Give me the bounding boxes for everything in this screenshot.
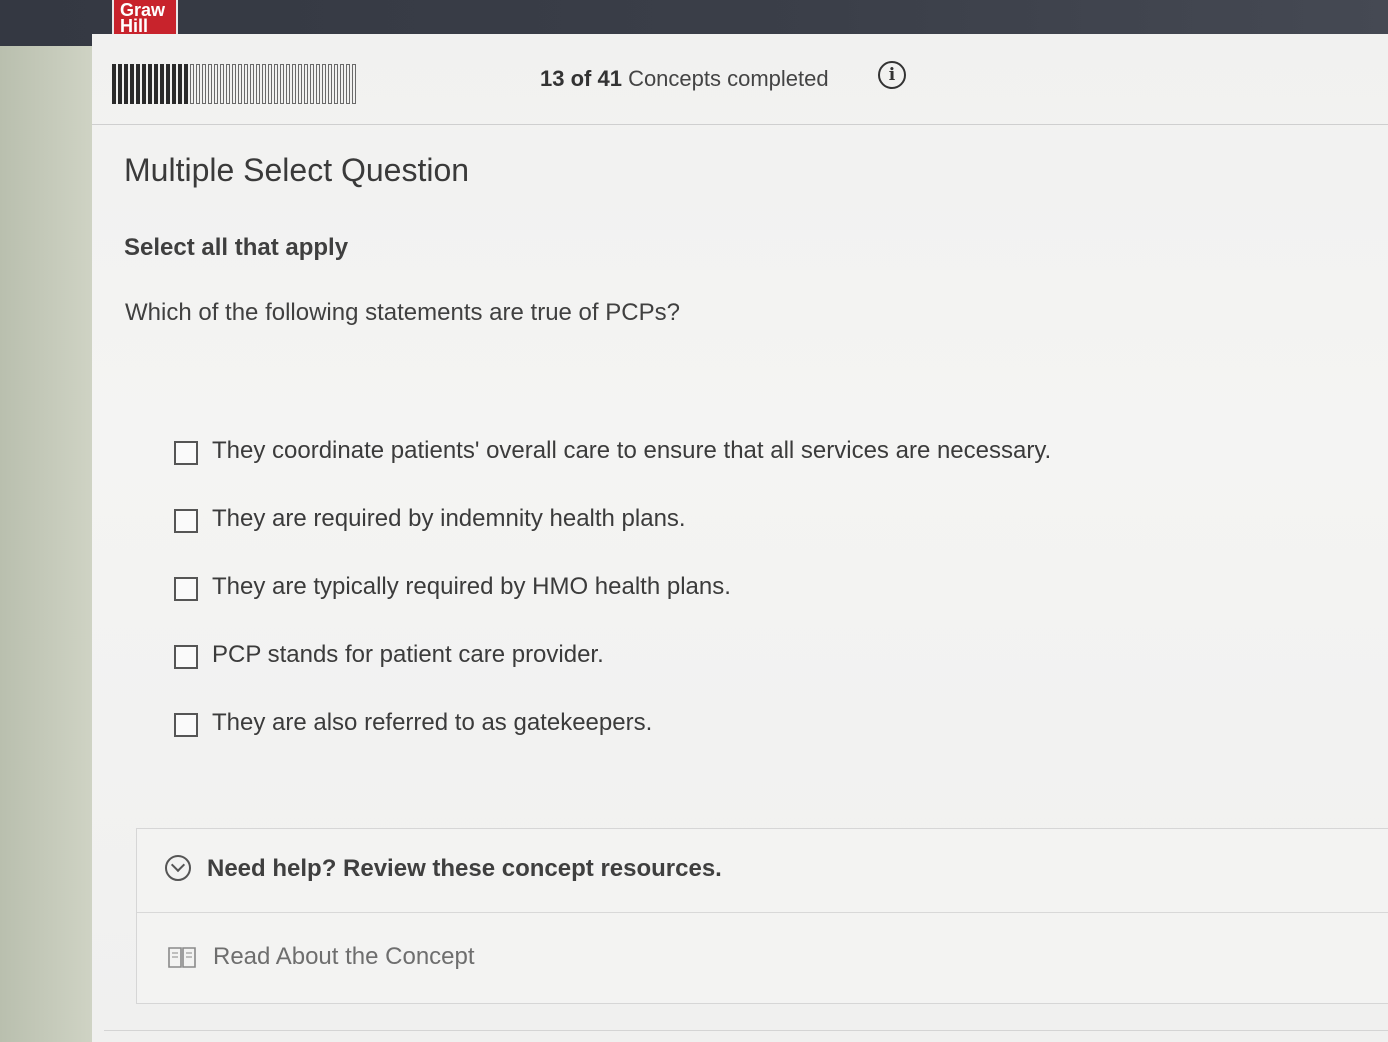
progress-segment-complete (130, 64, 134, 104)
progress-segment-incomplete (262, 64, 266, 104)
progress-segment-complete (160, 64, 164, 104)
progress-segment-complete (136, 64, 140, 104)
book-icon (168, 947, 196, 968)
resource-label[interactable]: Read About the Concept (213, 943, 475, 971)
answer-options: They coordinate patients' overall care t… (174, 437, 1051, 777)
divider (104, 1030, 1388, 1031)
concept-resources-panel: Need help? Review these concept resource… (136, 828, 1388, 1004)
progress-segment-incomplete (304, 64, 308, 104)
progress-segment-incomplete (328, 64, 332, 104)
progress-segment-complete (124, 64, 128, 104)
help-title[interactable]: Need help? Review these concept resource… (207, 855, 722, 883)
left-margin (0, 46, 92, 1042)
concept-progress-bar (112, 64, 522, 104)
progress-segment-incomplete (286, 64, 290, 104)
option-checkbox[interactable] (174, 713, 198, 737)
logo-text-line2: Hill (120, 16, 149, 36)
progress-segment-incomplete (268, 64, 272, 104)
option-checkbox[interactable] (174, 509, 198, 533)
answer-option[interactable]: They are also referred to as gatekeepers… (174, 709, 1051, 777)
progress-segment-incomplete (190, 64, 194, 104)
progress-segment-incomplete (322, 64, 326, 104)
progress-segment-complete (184, 64, 188, 104)
progress-header: 13 of 41 Concepts completed i (92, 34, 1388, 125)
option-label[interactable]: PCP stands for patient care provider. (212, 641, 604, 669)
progress-segment-complete (172, 64, 176, 104)
progress-segment-complete (178, 64, 182, 104)
question-panel: 13 of 41 Concepts completed i Multiple S… (92, 34, 1388, 1042)
progress-segment-complete (118, 64, 122, 104)
progress-segment-incomplete (208, 64, 212, 104)
read-about-concept-link[interactable]: Read About the Concept (137, 915, 1388, 1003)
progress-segment-incomplete (310, 64, 314, 104)
progress-count: 13 of 41 (540, 66, 622, 91)
progress-segment-incomplete (196, 64, 200, 104)
option-label[interactable]: They coordinate patients' overall care t… (212, 437, 1051, 465)
progress-segment-incomplete (274, 64, 278, 104)
option-label[interactable]: They are also referred to as gatekeepers… (212, 709, 652, 737)
answer-option[interactable]: They coordinate patients' overall care t… (174, 437, 1051, 505)
progress-segment-complete (148, 64, 152, 104)
progress-segment-incomplete (238, 64, 242, 104)
progress-text: 13 of 41 Concepts completed (540, 66, 829, 92)
progress-label: Concepts completed (628, 66, 829, 91)
progress-segment-complete (154, 64, 158, 104)
option-checkbox[interactable] (174, 441, 198, 465)
option-checkbox[interactable] (174, 645, 198, 669)
option-label[interactable]: They are typically required by HMO healt… (212, 573, 731, 601)
progress-segment-incomplete (250, 64, 254, 104)
progress-segment-incomplete (346, 64, 350, 104)
progress-segment-complete (112, 64, 116, 104)
progress-segment-incomplete (334, 64, 338, 104)
progress-segment-complete (142, 64, 146, 104)
info-icon[interactable]: i (878, 61, 906, 89)
progress-segment-incomplete (292, 64, 296, 104)
progress-segment-incomplete (220, 64, 224, 104)
progress-segment-incomplete (244, 64, 248, 104)
answer-option[interactable]: PCP stands for patient care provider. (174, 641, 1051, 709)
question-instruction: Select all that apply (124, 234, 349, 261)
answer-option[interactable]: They are typically required by HMO healt… (174, 573, 1051, 641)
help-toggle[interactable]: Need help? Review these concept resource… (137, 829, 1388, 913)
mcgraw-hill-logo: Graw Hill (112, 0, 178, 36)
progress-segment-incomplete (232, 64, 236, 104)
progress-segment-incomplete (256, 64, 260, 104)
progress-segment-incomplete (226, 64, 230, 104)
question-text: Which of the following statements are tr… (125, 299, 680, 326)
option-label[interactable]: They are required by indemnity health pl… (212, 505, 686, 533)
progress-segment-incomplete (280, 64, 284, 104)
progress-segment-complete (166, 64, 170, 104)
option-checkbox[interactable] (174, 577, 198, 601)
question-type-title: Multiple Select Question (124, 152, 470, 188)
progress-segment-incomplete (298, 64, 302, 104)
progress-segment-incomplete (202, 64, 206, 104)
progress-segment-incomplete (316, 64, 320, 104)
chevron-down-icon[interactable] (165, 855, 191, 881)
progress-segment-incomplete (214, 64, 218, 104)
progress-segment-incomplete (340, 64, 344, 104)
progress-segment-incomplete (352, 64, 356, 104)
answer-option[interactable]: They are required by indemnity health pl… (174, 505, 1051, 573)
